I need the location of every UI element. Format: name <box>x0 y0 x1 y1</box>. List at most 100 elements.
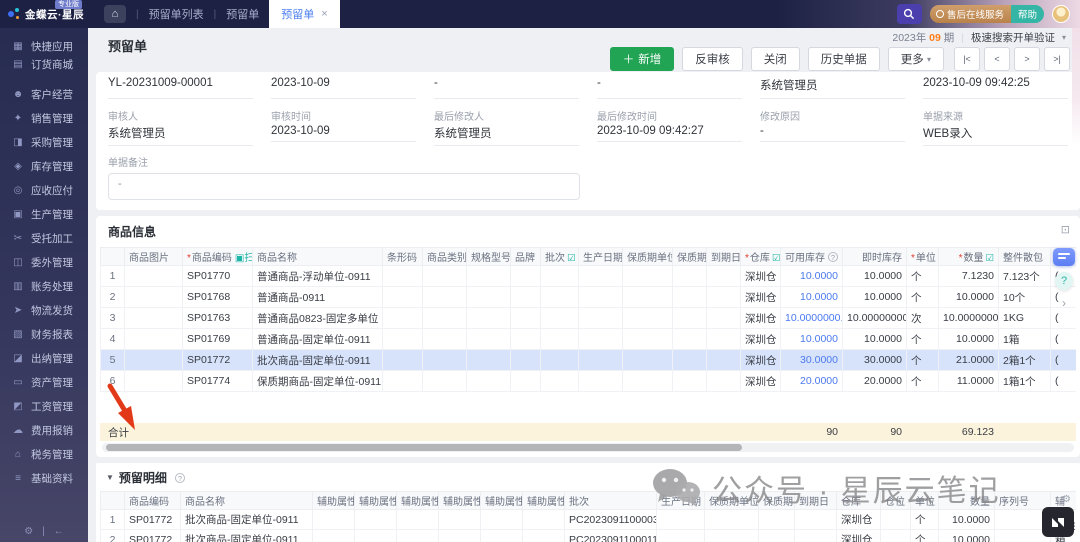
sidebar-item-7[interactable]: ◎应收应付 <box>0 178 88 202</box>
table-cell[interactable]: 21.0000 <box>939 350 999 371</box>
collapse-caret-icon[interactable]: ▼ <box>106 473 114 482</box>
form-field-value[interactable]: WEB录入 <box>923 123 1068 146</box>
table-cell[interactable] <box>579 329 623 350</box>
table-cell[interactable]: 10.0000 <box>843 329 907 350</box>
table-cell[interactable] <box>355 530 397 542</box>
table-cell[interactable] <box>541 329 579 350</box>
table-cell[interactable]: 10.0000 <box>939 287 999 308</box>
table-row[interactable]: 3SP01763普通商品0823-固定多单位深圳仓10.0000000...10… <box>101 308 1077 329</box>
sidebar-item-17[interactable]: ☁费用报销 <box>0 418 88 442</box>
expand-icon[interactable]: ⊡ <box>1061 223 1070 236</box>
table-cell[interactable]: 10.0000 <box>843 266 907 287</box>
sidebar-item-1[interactable]: ▦快捷应用 <box>0 37 88 55</box>
table-cell[interactable]: 10.0000000000 <box>843 308 907 329</box>
table-cell[interactable] <box>383 329 423 350</box>
form-field-value[interactable]: 系统管理员 <box>434 123 579 146</box>
sidebar-item-15[interactable]: ▭资产管理 <box>0 370 88 394</box>
table-cell[interactable]: 4 <box>101 329 125 350</box>
table-cell[interactable] <box>673 266 707 287</box>
table-cell[interactable]: 3 <box>101 308 125 329</box>
table-cell[interactable] <box>657 530 705 542</box>
table-cell[interactable] <box>795 530 837 542</box>
table-cell[interactable] <box>439 510 481 530</box>
table-cell[interactable]: 7.123个 <box>999 266 1051 287</box>
table-cell[interactable] <box>125 287 183 308</box>
table-cell[interactable] <box>541 287 579 308</box>
table-cell[interactable]: 30.0000 <box>843 350 907 371</box>
table-cell[interactable]: 深圳仓 <box>741 350 781 371</box>
column-check-icon[interactable]: ☑ <box>985 253 994 264</box>
table-cell[interactable]: 个 <box>907 329 939 350</box>
goods-hscrollbar[interactable] <box>102 443 1074 452</box>
first-page-button[interactable]: |< <box>954 47 980 71</box>
table-cell[interactable] <box>423 287 467 308</box>
tab-reservation-list[interactable]: 预留单列表 <box>149 6 204 22</box>
sidebar-item-18[interactable]: ⌂税务管理 <box>0 442 88 466</box>
table-cell[interactable] <box>467 266 511 287</box>
table-cell[interactable] <box>511 308 541 329</box>
column-header[interactable]: *数量☑ <box>939 248 999 266</box>
table-cell[interactable]: 1KG <box>999 308 1051 329</box>
column-header[interactable]: 辅助属性2 <box>397 492 439 510</box>
table-cell[interactable]: 2 <box>101 287 125 308</box>
sidebar-item-9[interactable]: ✂受托加工 <box>0 226 88 250</box>
table-cell[interactable] <box>579 350 623 371</box>
table-cell[interactable] <box>673 287 707 308</box>
table-cell[interactable]: SP01772 <box>125 530 181 542</box>
sidebar-item-2[interactable]: ▤订货商城 <box>0 55 88 73</box>
table-cell[interactable]: 10.0000 <box>781 287 843 308</box>
form-field-value[interactable]: 2023-10-09 <box>271 123 416 142</box>
table-cell[interactable] <box>541 308 579 329</box>
table-row[interactable]: 5SP01772批次商品-固定单位-0911深圳仓30.000030.0000个… <box>101 350 1077 371</box>
form-field-value-6[interactable]: 2023-10-09 09:42:25 <box>923 74 1068 99</box>
table-cell[interactable] <box>125 266 183 287</box>
sidebar-item-12[interactable]: ➤物流发货 <box>0 298 88 322</box>
home-icon[interactable]: ⌂ <box>104 5 126 23</box>
tab-reservation-active[interactable]: 预留单 × <box>269 0 339 28</box>
history-button[interactable]: 历史单据 <box>808 47 880 71</box>
column-settings-gear-icon[interactable]: ⚙ <box>1062 494 1071 505</box>
table-cell[interactable]: SP01768 <box>183 287 253 308</box>
table-cell[interactable] <box>423 266 467 287</box>
sidebar-item-13[interactable]: ▧财务报表 <box>0 322 88 346</box>
table-cell[interactable] <box>125 350 183 371</box>
table-cell[interactable]: 个 <box>911 530 939 542</box>
table-cell[interactable]: SP01772 <box>183 350 253 371</box>
column-header[interactable]: 整件散包 <box>999 248 1051 266</box>
table-cell[interactable] <box>673 329 707 350</box>
sidebar-item-6[interactable]: ◈库存管理 <box>0 154 88 178</box>
table-cell[interactable]: ( <box>1051 371 1077 392</box>
form-field-value[interactable]: 系统管理员 <box>108 123 253 146</box>
sidebar-item-5[interactable]: ◨采购管理 <box>0 130 88 154</box>
table-cell[interactable]: 30.0000 <box>781 350 843 371</box>
table-cell[interactable]: 10.0000 <box>781 329 843 350</box>
table-cell[interactable]: 2 <box>101 530 125 542</box>
table-cell[interactable] <box>383 287 423 308</box>
table-cell[interactable]: 深圳仓 <box>741 287 781 308</box>
table-cell[interactable] <box>125 308 183 329</box>
feedback-chat-icon[interactable] <box>1053 248 1075 266</box>
column-header[interactable]: 保质期单位 <box>623 248 673 266</box>
column-help-icon[interactable]: ? <box>828 252 838 262</box>
table-cell[interactable] <box>467 308 511 329</box>
column-header[interactable]: 品牌 <box>511 248 541 266</box>
column-header[interactable]: 生产日期 <box>657 492 705 510</box>
table-cell[interactable] <box>657 510 705 530</box>
table-cell[interactable] <box>673 308 707 329</box>
table-cell[interactable]: 批次商品-固定单位-0911 <box>181 510 313 530</box>
tab-reservation[interactable]: 预留单 <box>226 6 259 22</box>
column-header[interactable]: *仓库☑ <box>741 248 781 266</box>
more-button[interactable]: 更多 ▾ <box>888 47 944 71</box>
table-cell[interactable] <box>673 371 707 392</box>
scrollbar-thumb[interactable] <box>106 444 742 451</box>
table-cell[interactable] <box>707 371 741 392</box>
table-cell[interactable] <box>623 266 673 287</box>
table-cell[interactable] <box>313 530 355 542</box>
settings-gear-icon[interactable]: ⚙ <box>24 526 33 537</box>
column-header[interactable]: 辅助属性4 <box>481 492 523 510</box>
column-check-icon[interactable]: ☑ <box>567 253 576 264</box>
table-cell[interactable]: 10.0000000... <box>781 308 843 329</box>
sidebar-item-14[interactable]: ◪出纳管理 <box>0 346 88 370</box>
column-header[interactable]: 可用库存? <box>781 248 843 266</box>
table-cell[interactable]: 个 <box>911 510 939 530</box>
